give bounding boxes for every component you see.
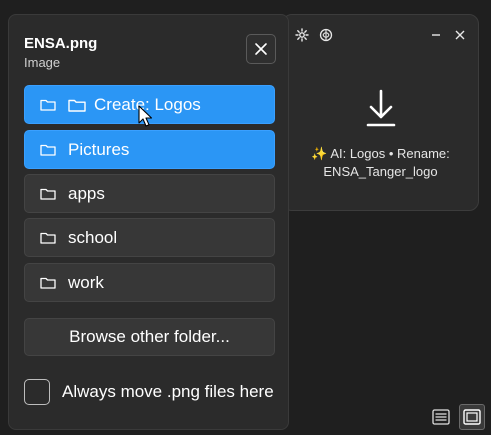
folder-label: Pictures bbox=[68, 139, 130, 159]
close-button[interactable] bbox=[246, 34, 276, 64]
mouse-cursor-icon bbox=[138, 105, 152, 127]
ai-suggestion-line2: ENSA_Tanger_logo bbox=[323, 164, 438, 179]
folder-icon bbox=[40, 232, 56, 244]
minimize-icon[interactable] bbox=[425, 24, 447, 46]
folder-label: apps bbox=[68, 183, 105, 203]
compact-view-button[interactable] bbox=[459, 404, 485, 430]
list-view-button[interactable] bbox=[428, 404, 454, 430]
always-move-option[interactable]: Always move .png files here bbox=[24, 379, 274, 405]
folder-icon bbox=[40, 277, 56, 289]
folder-item-pictures[interactable]: Pictures bbox=[24, 130, 275, 169]
folder-item-work[interactable]: work bbox=[24, 263, 275, 302]
browse-folder-button[interactable]: Browse other folder... bbox=[24, 318, 275, 356]
ai-suggestion: ✨ AI: Logos • Rename: ENSA_Tanger_logo bbox=[283, 145, 478, 181]
ai-suggestion-line1: ✨ AI: Logos • Rename: bbox=[311, 146, 450, 161]
folder-item-school[interactable]: school bbox=[24, 218, 275, 257]
file-type: Image bbox=[24, 55, 61, 70]
always-move-label: Always move .png files here bbox=[62, 382, 274, 401]
compact-view-icon bbox=[463, 409, 481, 425]
move-file-popup: ENSA.png Image Create: Logos Pictures ap… bbox=[8, 14, 289, 430]
file-name: ENSA.png bbox=[24, 35, 98, 52]
close-icon bbox=[255, 43, 267, 55]
folder-icon bbox=[40, 144, 56, 156]
folder-icon bbox=[40, 99, 56, 111]
folder-label: school bbox=[68, 227, 118, 247]
always-move-checkbox[interactable] bbox=[24, 379, 50, 405]
drop-window: ✨ AI: Logos • Rename: ENSA_Tanger_logo bbox=[282, 14, 479, 211]
close-icon[interactable] bbox=[449, 24, 471, 46]
list-view-icon bbox=[432, 409, 450, 425]
download-icon bbox=[366, 89, 396, 127]
folder-icon bbox=[68, 99, 86, 112]
desktop: ✨ AI: Logos • Rename: ENSA_Tanger_logo E… bbox=[0, 0, 491, 435]
folder-icon bbox=[40, 188, 56, 200]
gear-icon[interactable] bbox=[291, 24, 313, 46]
folder-label: work bbox=[68, 272, 104, 292]
folder-item-apps[interactable]: apps bbox=[24, 174, 275, 213]
ai-icon[interactable] bbox=[315, 24, 337, 46]
